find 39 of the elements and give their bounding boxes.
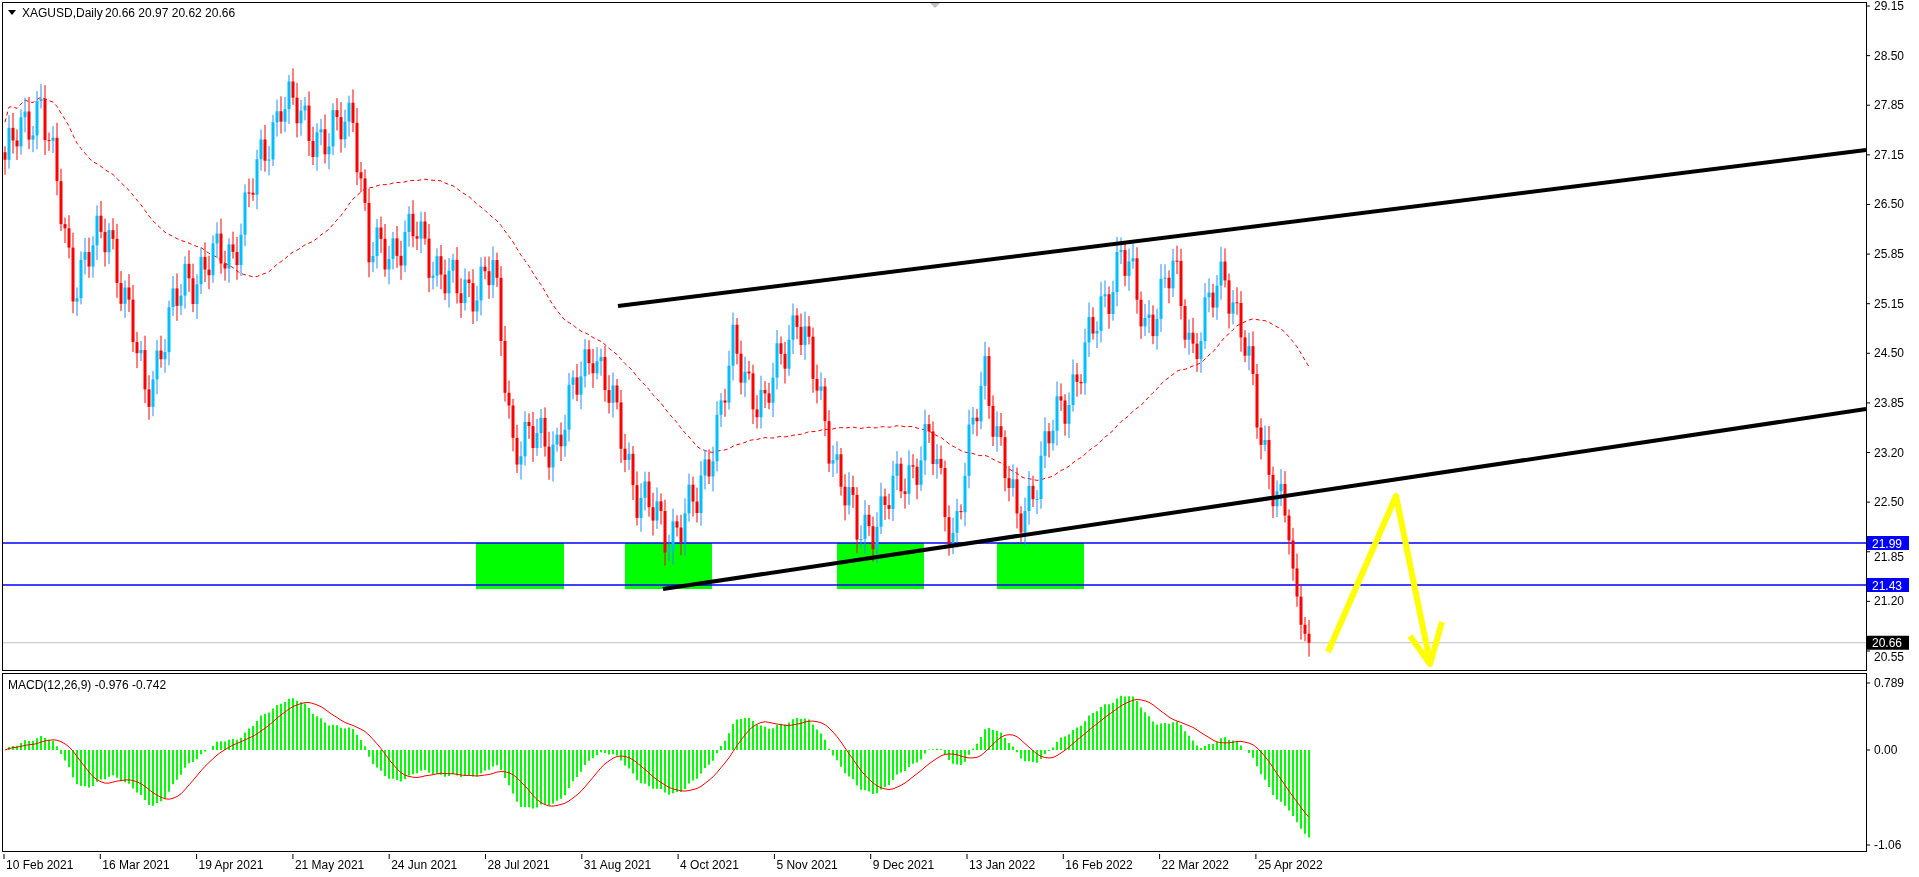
date-label: 31 Aug 2021 — [583, 858, 652, 872]
price-label: 25.15 — [1874, 296, 1905, 311]
price-label: 27.15 — [1874, 147, 1905, 162]
price-tag: 21.99 — [1867, 536, 1909, 551]
price-label: 26.50 — [1874, 197, 1905, 212]
date-label: 16 Mar 2021 — [102, 858, 170, 872]
price-label: 22.50 — [1874, 495, 1905, 510]
ohlc-values: 20.66 20.97 20.62 20.66 — [105, 6, 236, 20]
dropdown-icon[interactable] — [8, 10, 16, 15]
date-label: 22 Mar 2022 — [1161, 858, 1229, 872]
price-label: 20.55 — [1874, 649, 1905, 664]
price-label: 23.20 — [1874, 445, 1905, 460]
date-label: 25 Apr 2022 — [1257, 858, 1323, 872]
date-label: 19 Apr 2021 — [198, 858, 264, 872]
macd-scale-label: -1.06 — [1874, 838, 1902, 852]
macd-label: MACD(12,26,9) -0.976 -0.742 — [8, 678, 167, 692]
chart-title: XAGUSD,Daily — [22, 6, 103, 20]
date-label: 5 Nov 2021 — [776, 858, 838, 872]
macd-scale-label: 0.00 — [1874, 743, 1898, 757]
date-label: 13 Jan 2022 — [969, 858, 1036, 872]
date-label: 4 Oct 2021 — [680, 858, 739, 872]
date-label: 10 Feb 2021 — [6, 858, 74, 872]
price-tag: 20.66 — [1867, 635, 1909, 651]
price-label: 28.50 — [1874, 48, 1905, 63]
price-label: 29.15 — [1874, 0, 1905, 13]
price-label: 21.20 — [1874, 594, 1905, 609]
date-label: 21 May 2021 — [294, 858, 365, 872]
date-label: 16 Feb 2022 — [1065, 858, 1133, 872]
price-label: 24.50 — [1874, 346, 1905, 361]
macd-scale-label: 0.789 — [1874, 676, 1905, 690]
date-label: 28 Jul 2021 — [487, 858, 550, 872]
date-label: 24 Jun 2021 — [391, 858, 458, 872]
price-label: 27.85 — [1874, 98, 1905, 113]
price-tag: 21.43 — [1867, 578, 1909, 593]
price-label: 25.85 — [1874, 247, 1905, 262]
price-label: 21.85 — [1874, 550, 1905, 564]
scroll-marker-icon — [930, 3, 940, 8]
price-label: 23.85 — [1874, 395, 1905, 410]
date-label: 9 Dec 2021 — [872, 858, 935, 872]
